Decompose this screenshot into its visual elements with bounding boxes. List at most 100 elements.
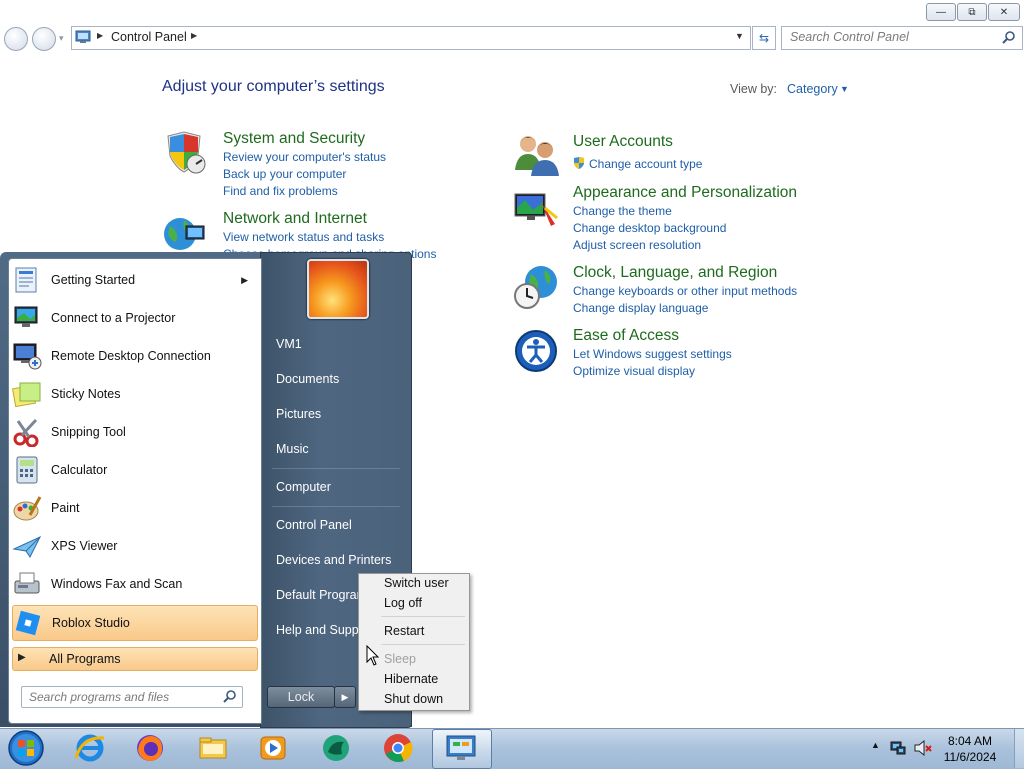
chrome-icon — [384, 734, 413, 763]
program-sticky-notes[interactable]: Sticky Notes — [12, 377, 256, 411]
uac-shield-icon — [574, 157, 584, 169]
user-picture[interactable] — [307, 259, 369, 319]
title-bar — [0, 0, 1024, 24]
menu-item-shut-down[interactable]: Shut down — [384, 692, 443, 706]
search-placeholder: Search Control Panel — [790, 30, 909, 44]
program-windows-fax-and-scan[interactable]: Windows Fax and Scan — [12, 567, 256, 601]
separator — [272, 468, 400, 469]
users-icon — [515, 136, 559, 176]
breadcrumb-control-panel[interactable]: Control Panel — [111, 30, 187, 44]
program-label: Connect to a Projector — [51, 311, 176, 325]
chevron-down-icon[interactable]: ▼ — [840, 84, 849, 94]
category-user-accounts[interactable]: User Accounts — [573, 133, 673, 151]
taskbar-firefox[interactable] — [132, 731, 168, 765]
breadcrumb-arrow-icon[interactable]: ▶ — [191, 31, 197, 40]
link-change-keyboards[interactable]: Change keyboards or other input methods — [573, 284, 797, 298]
program-label: Windows Fax and Scan — [51, 577, 183, 591]
link-change-theme[interactable]: Change the theme — [573, 204, 672, 218]
program-label: Remote Desktop Connection — [51, 349, 211, 363]
link-change-desktop-background[interactable]: Change desktop background — [573, 221, 726, 235]
getting-started-icon — [15, 267, 37, 293]
taskbar-media-player[interactable] — [255, 731, 291, 765]
program-label: Roblox Studio — [52, 616, 130, 630]
restore-button[interactable]: ⧉ — [957, 3, 987, 21]
link-windows-suggest-settings[interactable]: Let Windows suggest settings — [573, 347, 732, 361]
menu-item-hibernate[interactable]: Hibernate — [384, 672, 438, 686]
close-button[interactable]: ✕ — [988, 3, 1020, 21]
program-calculator[interactable]: Calculator — [12, 453, 256, 487]
breadcrumb-arrow-icon[interactable]: ▶ — [97, 31, 103, 40]
submenu-arrow-icon[interactable]: ▶ — [241, 275, 248, 286]
internet-explorer-icon — [74, 734, 105, 762]
back-button[interactable] — [4, 27, 28, 51]
refresh-button[interactable]: ⇆ — [752, 26, 776, 50]
refresh-icon: ⇆ — [758, 31, 770, 45]
start-item-documents[interactable]: Documents — [276, 372, 339, 386]
start-item-pictures[interactable]: Pictures — [276, 407, 321, 421]
program-label: XPS Viewer — [51, 539, 118, 553]
search-icon[interactable] — [1002, 30, 1016, 44]
link-back-up[interactable]: Back up your computer — [223, 167, 346, 181]
show-desktop-button[interactable] — [1014, 729, 1024, 768]
taskbar-clock[interactable]: 8:04 AM 11/6/2024 — [940, 733, 1000, 765]
show-hidden-icons-button[interactable]: ▲ — [871, 740, 880, 750]
program-roblox-studio[interactable]: Roblox Studio — [12, 605, 258, 641]
start-orb-icon[interactable] — [6, 729, 46, 767]
program-getting-started[interactable]: Getting Started ▶ — [12, 263, 256, 297]
minimize-button[interactable]: — — [926, 3, 956, 21]
program-paint[interactable]: Paint — [12, 491, 256, 525]
fax-icon — [14, 572, 40, 594]
start-item-computer[interactable]: Computer — [276, 480, 331, 494]
link-review-status[interactable]: Review your computer's status — [223, 150, 386, 164]
link-find-fix-problems[interactable]: Find and fix problems — [223, 184, 338, 198]
taskbar-internet-explorer[interactable] — [72, 731, 108, 765]
menu-item-log-off[interactable]: Log off — [384, 596, 422, 610]
program-label: Paint — [51, 501, 80, 515]
paint-palette-icon — [13, 496, 42, 521]
lock-button[interactable]: Lock — [267, 686, 335, 708]
view-by-label: View by: — [730, 82, 778, 96]
category-ease-of-access[interactable]: Ease of Access — [573, 327, 679, 345]
view-by-dropdown[interactable]: Category — [787, 82, 838, 96]
category-appearance-and-personalization[interactable]: Appearance and Personalization — [573, 184, 797, 202]
start-item-devices-printers[interactable]: Devices and Printers — [276, 553, 391, 567]
search-icon — [223, 690, 236, 703]
network-icon[interactable] — [889, 739, 907, 757]
recent-pages-icon[interactable]: ▾ — [59, 33, 64, 44]
address-dropdown-icon[interactable]: ▼ — [735, 31, 744, 41]
menu-item-switch-user[interactable]: Switch user — [384, 576, 449, 590]
link-network-status[interactable]: View network status and tasks — [223, 230, 384, 244]
forward-button[interactable] — [32, 27, 56, 51]
start-item-control-panel[interactable]: Control Panel — [276, 518, 352, 532]
separator — [272, 506, 400, 507]
close-icon: ✕ — [999, 6, 1009, 18]
program-remote-desktop[interactable]: Remote Desktop Connection — [12, 339, 256, 373]
category-network-and-internet[interactable]: Network and Internet — [223, 210, 367, 228]
power-options-button[interactable]: ▶ — [334, 686, 356, 708]
clock-globe-icon — [514, 266, 557, 309]
taskbar-chrome[interactable] — [380, 731, 416, 765]
program-label: Sticky Notes — [51, 387, 121, 401]
volume-muted-icon[interactable] — [913, 739, 933, 757]
ease-of-access-icon — [515, 330, 557, 372]
start-item-user-folder[interactable]: VM1 — [276, 337, 302, 351]
menu-item-restart[interactable]: Restart — [384, 624, 424, 638]
program-xps-viewer[interactable]: XPS Viewer — [12, 529, 256, 563]
remote-desktop-icon — [13, 343, 42, 370]
start-item-music[interactable]: Music — [276, 442, 309, 456]
category-clock-language-region[interactable]: Clock, Language, and Region — [573, 264, 777, 282]
link-change-display-language[interactable]: Change display language — [573, 301, 708, 315]
link-change-account-type[interactable]: Change account type — [589, 157, 702, 171]
program-label: Snipping Tool — [51, 425, 126, 439]
control-panel-icon — [446, 735, 476, 760]
program-snipping-tool[interactable]: Snipping Tool — [12, 415, 256, 449]
program-connect-to-projector[interactable]: Connect to a Projector — [12, 301, 256, 335]
taskbar-app[interactable] — [318, 731, 354, 765]
category-system-and-security[interactable]: System and Security — [223, 130, 365, 148]
link-optimize-visual-display[interactable]: Optimize visual display — [573, 364, 695, 378]
program-label: Getting Started — [51, 273, 136, 287]
xps-viewer-icon — [12, 535, 42, 558]
taskbar-file-explorer[interactable] — [195, 731, 231, 765]
mouse-cursor-icon — [366, 645, 380, 666]
link-adjust-resolution[interactable]: Adjust screen resolution — [573, 238, 701, 252]
